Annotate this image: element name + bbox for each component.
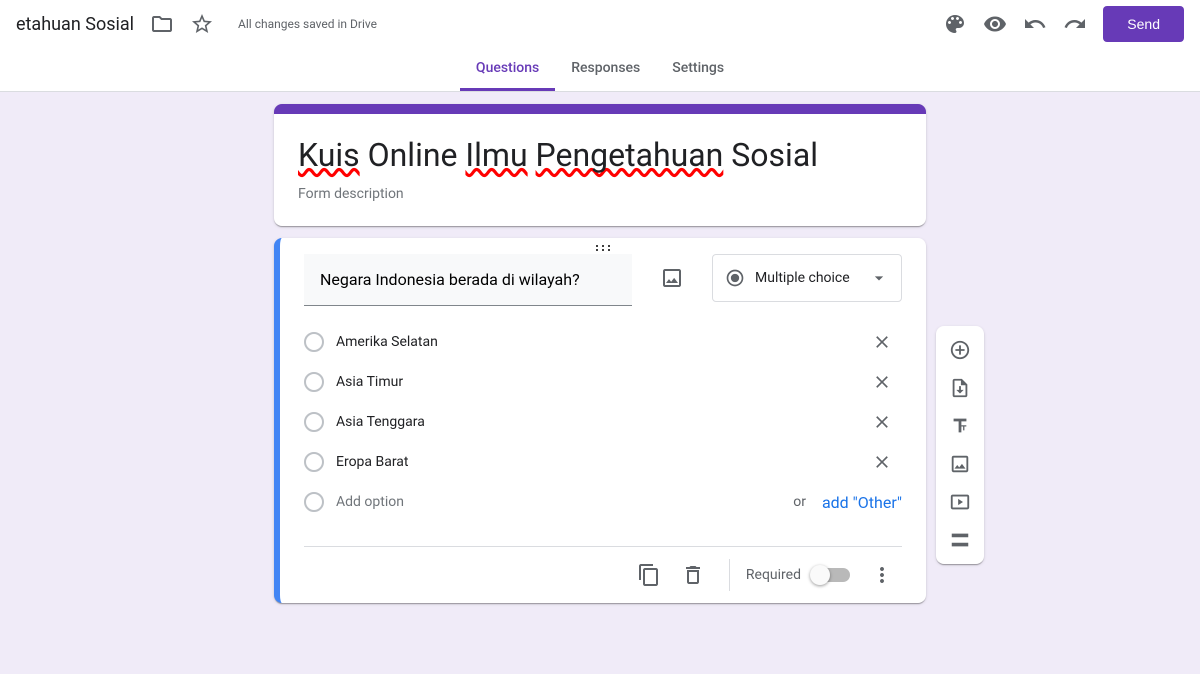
image-icon <box>660 266 684 290</box>
question-text-input[interactable] <box>304 254 632 306</box>
add-image-button[interactable] <box>648 254 696 302</box>
customize-theme-button[interactable] <box>935 4 975 44</box>
section-icon <box>949 529 971 551</box>
close-icon <box>872 412 892 432</box>
question-type-select[interactable]: Multiple choice <box>712 254 902 302</box>
drag-handle[interactable] <box>280 238 926 254</box>
add-option-row: Add option or add "Other" <box>304 482 902 522</box>
import-questions-button[interactable] <box>942 370 978 406</box>
form-title-heading[interactable]: Kuis Online Ilmu Pengetahuan Sosial <box>298 136 902 174</box>
remove-option-button[interactable] <box>862 402 902 442</box>
required-toggle[interactable] <box>813 568 850 582</box>
video-icon <box>949 491 971 513</box>
add-section-button[interactable] <box>942 522 978 558</box>
footer-divider <box>729 559 730 591</box>
radio-icon <box>725 268 745 288</box>
question-card[interactable]: Multiple choice Amerika Selatan Asia Tim… <box>274 238 926 603</box>
question-more-button[interactable] <box>862 555 902 595</box>
dropdown-arrow-icon <box>869 268 889 288</box>
undo-button[interactable] <box>1015 4 1055 44</box>
radio-circle-icon <box>304 452 324 472</box>
side-toolbar <box>936 326 984 564</box>
required-label: Required <box>746 567 801 583</box>
add-image-button[interactable] <box>942 446 978 482</box>
remove-option-button[interactable] <box>862 362 902 402</box>
add-option-text[interactable]: Add option <box>336 494 777 510</box>
option-row: Eropa Barat <box>304 442 902 482</box>
form-description-placeholder[interactable]: Form description <box>298 186 902 202</box>
save-status-text: All changes saved in Drive <box>238 17 377 31</box>
title-word-2: Ilmu <box>465 136 527 174</box>
tab-bar: Questions Responses Settings <box>0 48 1200 91</box>
eye-icon <box>983 12 1007 36</box>
trash-icon <box>681 563 705 587</box>
title-word-1: Online <box>360 136 466 174</box>
redo-button[interactable] <box>1055 4 1095 44</box>
undo-icon <box>1023 12 1047 36</box>
close-icon <box>872 332 892 352</box>
text-icon <box>949 415 971 437</box>
app-header: etahuan Sosial All changes saved in Driv… <box>0 0 1200 92</box>
or-text: or <box>793 494 806 510</box>
redo-icon <box>1063 12 1087 36</box>
delete-button[interactable] <box>673 555 713 595</box>
close-icon <box>872 452 892 472</box>
add-other-link[interactable]: add "Other" <box>822 493 902 512</box>
option-text[interactable]: Asia Timur <box>336 374 850 390</box>
add-question-button[interactable] <box>942 332 978 368</box>
form-canvas: Kuis Online Ilmu Pengetahuan Sosial Form… <box>0 92 1200 655</box>
radio-circle-icon <box>304 492 324 512</box>
tab-questions[interactable]: Questions <box>460 48 555 91</box>
move-to-folder-button[interactable] <box>142 4 182 44</box>
star-outline-icon <box>190 12 214 36</box>
palette-icon <box>943 12 967 36</box>
remove-option-button[interactable] <box>862 322 902 362</box>
tab-settings[interactable]: Settings <box>656 48 740 91</box>
form-title-card[interactable]: Kuis Online Ilmu Pengetahuan Sosial Form… <box>274 104 926 226</box>
tab-responses[interactable]: Responses <box>555 48 656 91</box>
option-row: Amerika Selatan <box>304 322 902 362</box>
question-type-label: Multiple choice <box>755 270 859 286</box>
remove-option-button[interactable] <box>862 442 902 482</box>
title-word-5: Sosial <box>723 136 818 174</box>
question-footer: Required <box>304 546 902 603</box>
image-icon <box>949 453 971 475</box>
add-title-button[interactable] <box>942 408 978 444</box>
option-text[interactable]: Eropa Barat <box>336 454 850 470</box>
add-video-button[interactable] <box>942 484 978 520</box>
radio-circle-icon <box>304 332 324 352</box>
radio-circle-icon <box>304 372 324 392</box>
radio-circle-icon <box>304 412 324 432</box>
option-text[interactable]: Asia Tenggara <box>336 414 850 430</box>
copy-icon <box>637 563 661 587</box>
form-title-truncated[interactable]: etahuan Sosial <box>16 14 134 35</box>
folder-icon <box>150 12 174 36</box>
option-row: Asia Tenggara <box>304 402 902 442</box>
send-button[interactable]: Send <box>1103 6 1184 42</box>
header-top-bar: etahuan Sosial All changes saved in Driv… <box>0 0 1200 48</box>
option-row: Asia Timur <box>304 362 902 402</box>
duplicate-button[interactable] <box>629 555 669 595</box>
title-word-3 <box>528 136 536 174</box>
star-button[interactable] <box>182 4 222 44</box>
more-vert-icon <box>870 563 894 587</box>
import-icon <box>949 377 971 399</box>
option-text[interactable]: Amerika Selatan <box>336 334 850 350</box>
drag-dots-icon <box>593 244 613 252</box>
preview-button[interactable] <box>975 4 1015 44</box>
title-word-4: Pengetahuan <box>536 136 724 174</box>
close-icon <box>872 372 892 392</box>
title-word-0: Kuis <box>298 136 360 174</box>
plus-circle-icon <box>949 339 971 361</box>
